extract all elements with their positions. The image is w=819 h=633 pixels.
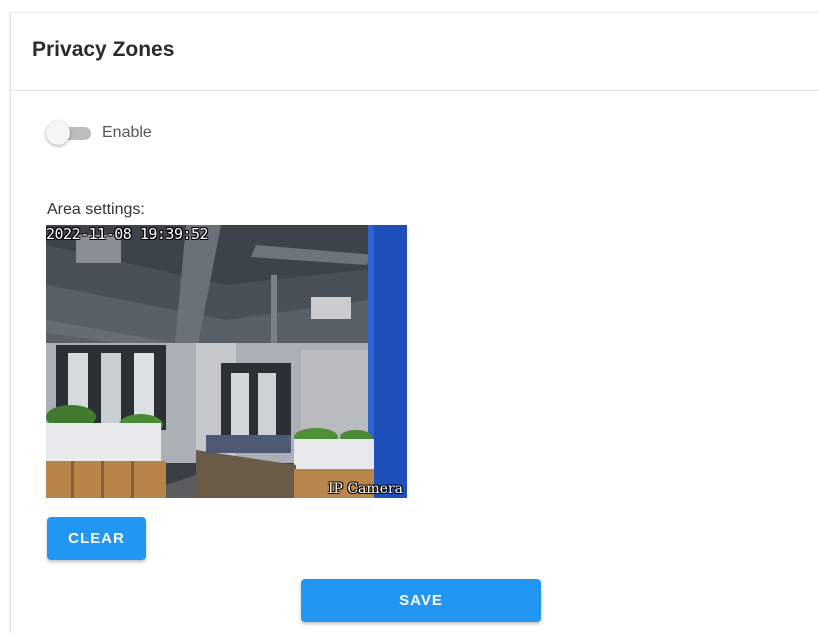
timestamp-overlay: 2022-11-08 19:39:52 <box>46 225 209 243</box>
card-header: Privacy Zones <box>11 13 819 91</box>
camera-preview-area[interactable]: 2022-11-08 19:39:52 IP Camera <box>46 225 407 498</box>
camera-snapshot-image <box>46 225 407 498</box>
page-title: Privacy Zones <box>32 38 175 61</box>
enable-switch[interactable] <box>46 118 94 148</box>
save-button[interactable]: SAVE <box>301 579 541 622</box>
camera-name-overlay: IP Camera <box>327 481 403 497</box>
area-settings-label: Area settings: <box>47 201 145 218</box>
privacy-zones-card: Privacy Zones Enable Area settings: 2022… <box>10 12 819 633</box>
clear-button[interactable]: CLEAR <box>47 517 146 560</box>
enable-label: Enable <box>102 124 152 141</box>
switch-thumb <box>46 121 70 145</box>
